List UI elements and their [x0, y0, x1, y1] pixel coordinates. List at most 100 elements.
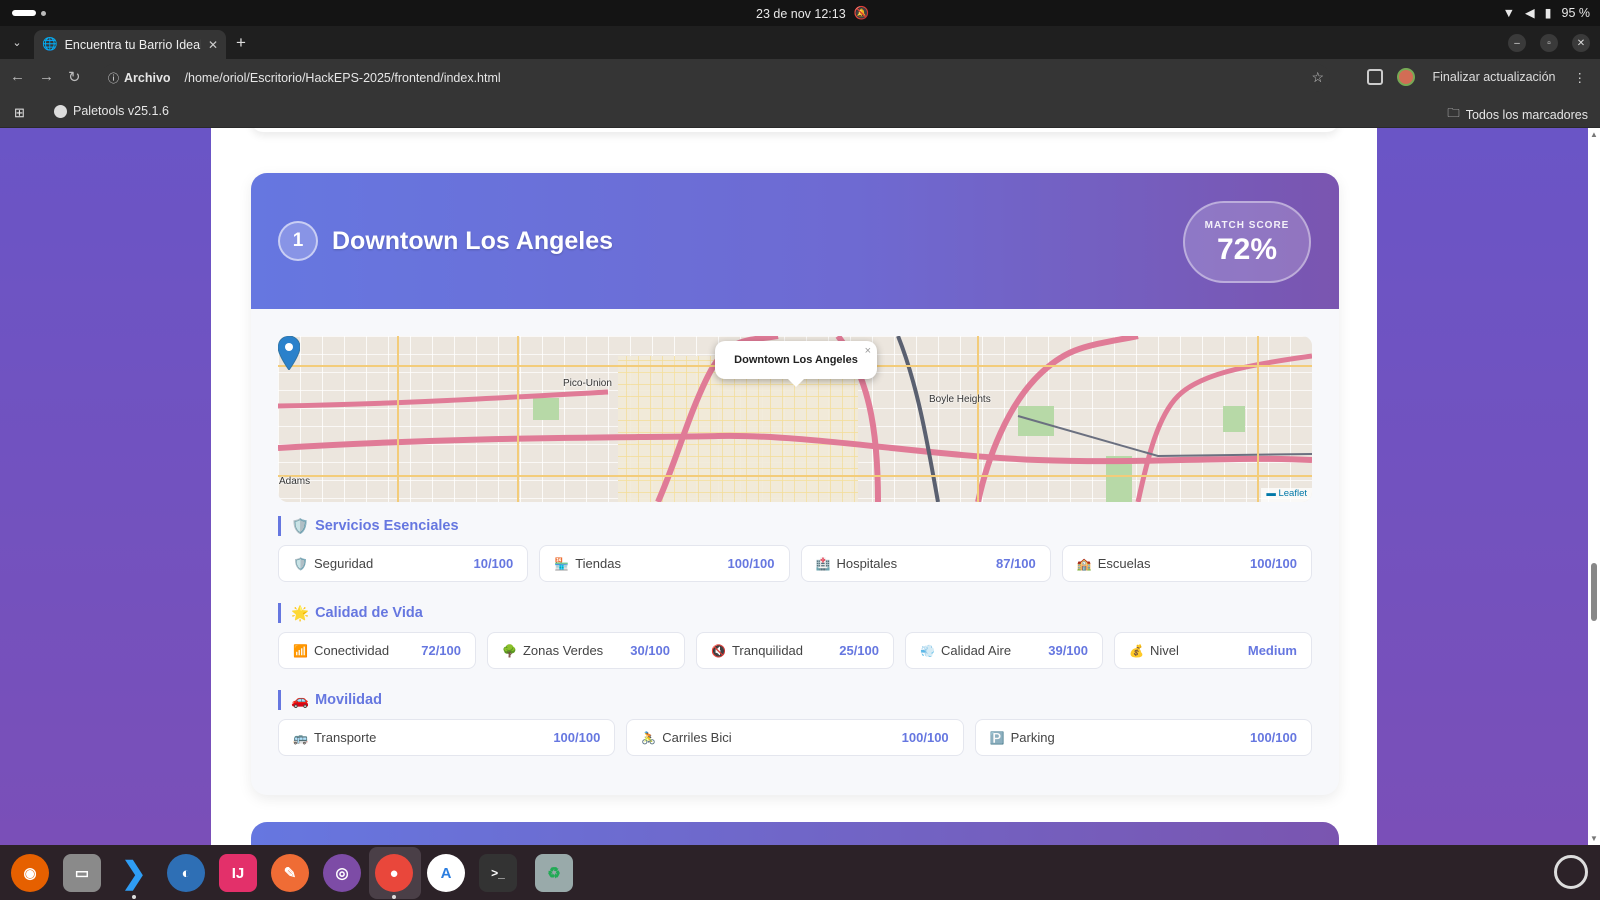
toolbar-right: Finalizar actualización ⋮ [1366, 68, 1587, 86]
metric-value: 100/100 [901, 730, 949, 745]
popup-close-icon[interactable]: × [865, 345, 871, 357]
metric-value: Medium [1247, 643, 1297, 658]
school-icon: 🏫 [1076, 556, 1092, 571]
browser-tab[interactable]: 🌐 Encuentra tu Barrio Ideal ✕ [34, 30, 226, 59]
github-desktop-icon[interactable]: ◎ [323, 854, 361, 892]
match-score-badge: MATCH SCORE 72% [1183, 201, 1311, 283]
profile-avatar[interactable] [1396, 68, 1415, 86]
metric-value: 39/100 [1048, 643, 1088, 658]
neighborhood-name: Downtown Los Angeles [332, 227, 614, 255]
hospital-icon: 🏥 [815, 556, 831, 571]
update-button[interactable]: Finalizar actualización [1428, 68, 1560, 86]
mute-icon: 🔇 [711, 643, 726, 658]
rank-badge: 1 [278, 221, 318, 261]
address-bar[interactable]: ⓘ Archivo /home/oriol/Escritorio/HackEPS… [100, 64, 1330, 92]
activities-indicator[interactable] [12, 10, 36, 16]
bookmark-star-icon[interactable]: ☆ [1311, 69, 1324, 86]
metric-calidad-aire: 💨 Calidad Aire 39/100 [905, 632, 1103, 669]
intellij-icon[interactable]: IJ [219, 854, 257, 892]
metric-seguridad: 🛡️ Seguridad 10/100 [278, 545, 529, 582]
metrics-row-movilidad: 🚌 Transporte 100/100 🚴 Carriles Bici 100/100… [278, 719, 1312, 756]
attribution-link[interactable]: Leaflet [1278, 488, 1307, 499]
minimize-icon[interactable]: – [1508, 34, 1526, 52]
address-url[interactable]: /home/oriol/Escritorio/HackEPS-2025/fron… [185, 71, 501, 85]
map-marker-icon[interactable] [278, 336, 300, 370]
star-icon: 🌟 [291, 605, 310, 622]
store-icon: 🏪 [554, 556, 570, 571]
map-label: Pico-Union [563, 378, 612, 389]
scroll-down-icon[interactable]: ▼ [1590, 834, 1598, 843]
section-title-text: Calidad de Vida [315, 605, 423, 621]
map-label: Adams [279, 476, 311, 487]
bookmark-paletools[interactable]: Paletools v25.1.6 [54, 104, 169, 118]
app-center-icon[interactable]: A [427, 854, 465, 892]
match-score-value: 72% [1216, 233, 1278, 266]
neighborhood-map[interactable]: Pico-Union Boyle Heights Adams Downtown … [278, 336, 1312, 502]
bookmark-favicon-icon [54, 104, 67, 118]
section-title-calidad: 🌟 Calidad de Vida [278, 603, 423, 623]
section-title-text: Movilidad [315, 692, 382, 708]
bookmarks-bar: ⊞ Paletools v25.1.6 🗀 Todos los marcador… [0, 96, 1600, 128]
system-tray[interactable]: ▼ ◀ ▮ 95 % [1502, 5, 1590, 21]
back-icon[interactable]: ← [10, 68, 25, 86]
vscode-icon[interactable]: ❯ [115, 854, 153, 892]
metric-transporte: 🚌 Transporte 100/100 [278, 719, 616, 756]
files-icon[interactable]: ▭ [63, 854, 101, 892]
eclipse-icon[interactable]: ◐ [167, 854, 205, 892]
extensions-icon[interactable] [1366, 69, 1383, 85]
forward-icon[interactable]: → [39, 68, 54, 86]
new-tab-button[interactable]: + [236, 34, 246, 51]
tab-search-icon[interactable]: ⌄ [8, 34, 26, 52]
metric-hospitales: 🏥 Hospitales 87/100 [800, 545, 1051, 582]
terminal-icon[interactable]: >_ [479, 854, 517, 892]
map-attribution[interactable]: ▬ Leaflet [1261, 488, 1312, 502]
map-label: Boyle Heights [929, 394, 991, 405]
wifi-icon: ▼ [1502, 5, 1515, 20]
taskbar-dock: ◉ ▭ ❯ ◐ IJ ✎ ◎ ● A >_ ♻ [0, 845, 1600, 900]
browser-toolbar: ← → ↻ ⓘ Archivo /home/oriol/Escritorio/H… [0, 59, 1600, 96]
system-clock[interactable]: 23 de nov 12:13 🔕 [756, 6, 869, 21]
metric-conectividad: 📶 Conectividad 72/100 [278, 632, 476, 669]
section-title-text: Servicios Esenciales [315, 518, 459, 534]
metric-label: Calidad Aire [940, 643, 1012, 658]
metric-label: Seguridad [313, 556, 374, 571]
info-icon[interactable]: ⓘ [108, 70, 119, 86]
scrollbar-thumb[interactable] [1591, 563, 1597, 621]
reload-icon[interactable]: ↻ [68, 68, 81, 86]
scroll-up-icon[interactable]: ▲ [1590, 130, 1598, 139]
metric-label: Hospitales [836, 556, 898, 571]
ubuntu-menu-icon[interactable] [1554, 855, 1588, 889]
parking-icon: 🅿️ [989, 730, 1005, 745]
money-bag-icon: 💰 [1129, 643, 1144, 658]
maximize-icon[interactable]: ▫ [1540, 34, 1558, 52]
metric-escuelas: 🏫 Escuelas 100/100 [1061, 545, 1312, 582]
all-bookmarks[interactable]: 🗀 Todos los marcadores [1447, 104, 1588, 125]
close-window-icon[interactable]: ✕ [1572, 34, 1590, 52]
page-background-right [1377, 128, 1588, 845]
postman-icon[interactable]: ✎ [271, 854, 309, 892]
map-popup[interactable]: Downtown Los Angeles × [715, 341, 877, 387]
metric-tranquilidad: 🔇 Tranquilidad 25/100 [696, 632, 894, 669]
firefox-icon[interactable]: ◉ [11, 854, 49, 892]
page-background-left [0, 128, 211, 845]
metric-parking: 🅿️ Parking 100/100 [974, 719, 1312, 756]
page-scrollbar[interactable]: ▲ ▼ [1588, 128, 1600, 845]
menu-kebab-icon[interactable]: ⋮ [1574, 70, 1587, 85]
chrome-icon[interactable]: ● [375, 854, 413, 892]
nav-buttons: ← → ↻ [10, 68, 81, 86]
metric-value: 30/100 [630, 643, 670, 658]
page-viewport: 1 Downtown Los Angeles MATCH SCORE 72% P… [0, 128, 1588, 845]
metric-tiendas: 🏪 Tiendas 100/100 [539, 545, 790, 582]
metric-label: Carriles Bici [662, 730, 732, 745]
clock-text: 23 de nov 12:13 [756, 6, 846, 21]
close-tab-icon[interactable]: ✕ [208, 38, 218, 52]
section-title-esenciales: 🛡️ Servicios Esenciales [278, 516, 459, 536]
window-controls: – ▫ ✕ [1508, 34, 1590, 52]
apps-grid-icon[interactable]: ⊞ [14, 105, 25, 121]
running-indicator [132, 895, 136, 899]
previous-card-edge [251, 128, 1339, 132]
shield-icon: 🛡️ [293, 556, 308, 571]
flag-icon: ▬ [1266, 488, 1279, 499]
metric-value: 87/100 [995, 556, 1036, 571]
trash-icon[interactable]: ♻ [535, 854, 573, 892]
